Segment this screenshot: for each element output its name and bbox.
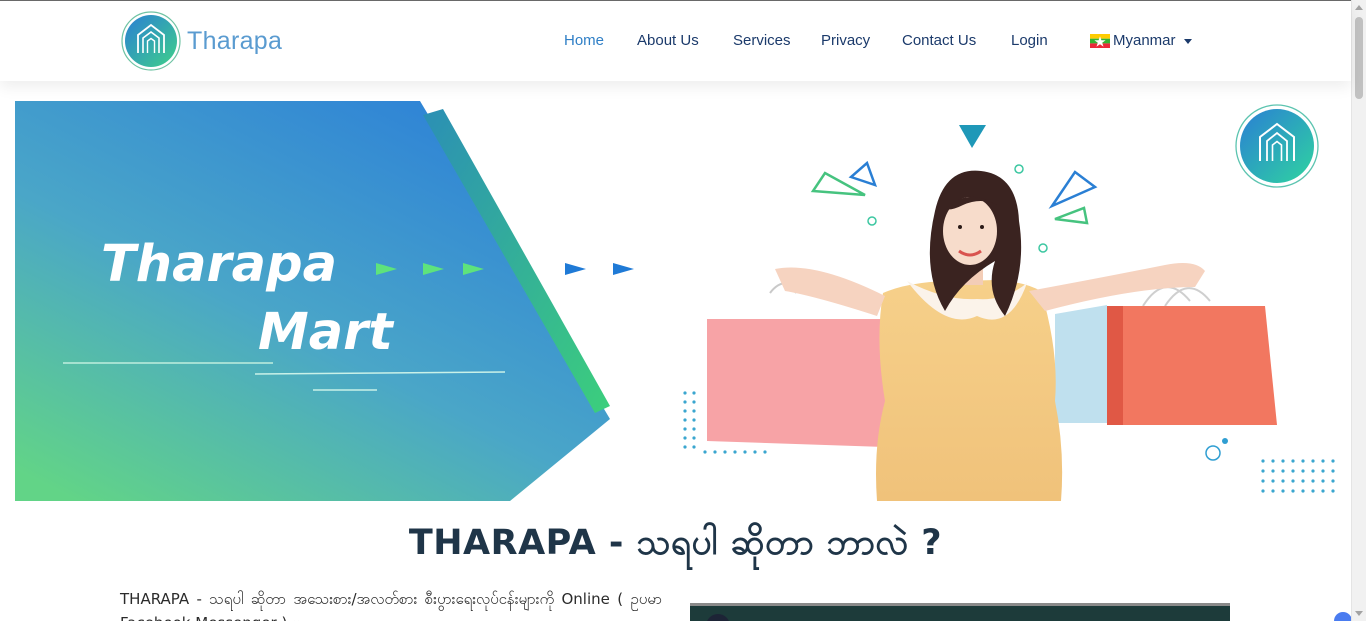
video-channel-avatar (706, 614, 730, 621)
nav-about-us[interactable]: About Us (637, 32, 699, 49)
intro-paragraph: THARAPA - သရပါ ဆိုတာ အသေးစား/အလတ်စား စီး… (120, 590, 662, 621)
section-title: THARAPA - သရပါ ဆိုတာ ဘာလဲ ? (408, 523, 943, 563)
chevron-down-icon (1183, 38, 1192, 44)
woman-with-bags-image (707, 170, 1277, 501)
language-dropdown[interactable]: Myanmar (1090, 32, 1192, 49)
hero-title-line1: Tharapa (101, 235, 337, 294)
main-nav: Home About Us Services Privacy Contact U… (0, 1, 1351, 81)
scroll-up-arrow-icon[interactable] (1355, 5, 1363, 10)
scrollbar-thumb[interactable] (1355, 17, 1363, 99)
myanmar-flag-icon (1090, 33, 1110, 48)
hero-title-line2: Mart (258, 303, 394, 362)
language-label: Myanmar (1113, 32, 1176, 49)
hero-illustration: Tharapa Mart (15, 101, 1335, 501)
nav-privacy[interactable]: Privacy (821, 32, 870, 49)
chat-widget-icon[interactable] (1334, 612, 1352, 621)
page-scrollbar[interactable] (1351, 0, 1366, 621)
hero-banner: Tharapa Mart (15, 101, 1336, 501)
navbar: Tharapa Home About Us Services Privacy C… (0, 1, 1351, 81)
nav-login[interactable]: Login (1011, 32, 1048, 49)
nav-home[interactable]: Home (564, 32, 604, 49)
intro-video[interactable] (690, 603, 1230, 621)
nav-contact-us[interactable]: Contact Us (902, 32, 976, 49)
nav-services[interactable]: Services (733, 32, 791, 49)
scroll-down-arrow-icon[interactable] (1355, 611, 1363, 616)
